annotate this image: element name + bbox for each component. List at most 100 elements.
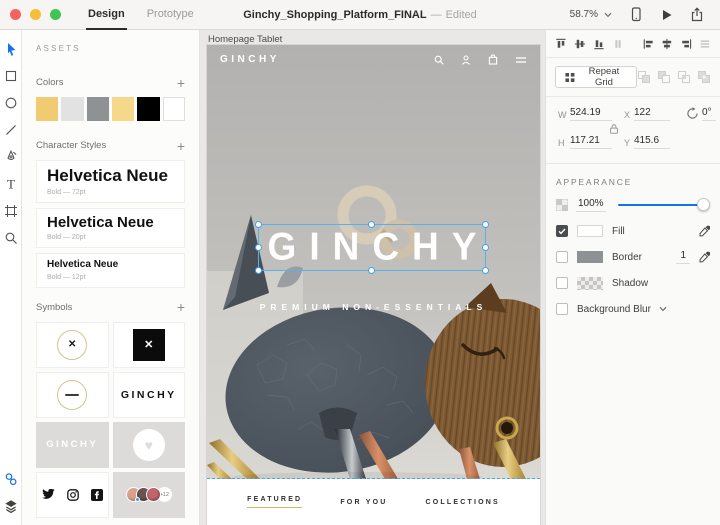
- align-right-icon[interactable]: [680, 37, 692, 51]
- search-icon[interactable]: [434, 55, 444, 65]
- assets-panel-icon[interactable]: [4, 472, 18, 486]
- symbol-social-icons[interactable]: [36, 472, 109, 518]
- instagram-icon: [67, 489, 79, 501]
- distribute-vertical-icon[interactable]: [699, 37, 711, 51]
- minimize-window-button[interactable]: [30, 9, 41, 20]
- site-logo[interactable]: GINCHY: [220, 54, 280, 65]
- selection-handle[interactable]: [255, 244, 262, 251]
- symbol-logo-light[interactable]: GINCHY: [36, 422, 109, 468]
- boolean-exclude-icon[interactable]: [697, 70, 711, 84]
- opacity-slider[interactable]: [618, 198, 708, 212]
- align-middle-icon[interactable]: [574, 37, 586, 51]
- border-color-swatch[interactable]: [577, 251, 603, 263]
- cart-bag-icon[interactable]: [488, 54, 498, 65]
- add-color-button[interactable]: +: [177, 78, 185, 88]
- menu-icon[interactable]: [515, 56, 527, 64]
- zoom-window-button[interactable]: [50, 9, 61, 20]
- character-style-item[interactable]: Helvetica Neue Bold — 12pt: [36, 253, 185, 288]
- align-top-icon[interactable]: [555, 37, 567, 51]
- artboard-tool-icon[interactable]: [4, 204, 18, 218]
- rotation-field[interactable]: 0°: [702, 107, 716, 121]
- zoom-tool-icon[interactable]: [4, 231, 18, 245]
- lock-ratio-icon[interactable]: [608, 123, 620, 135]
- color-swatch[interactable]: [163, 97, 185, 121]
- play-preview-icon[interactable]: [660, 8, 673, 22]
- symbol-close-dark[interactable]: ✕: [113, 322, 186, 368]
- selection-handle[interactable]: [368, 267, 375, 274]
- align-bottom-icon[interactable]: [593, 37, 605, 51]
- align-center-icon[interactable]: [661, 37, 673, 51]
- ellipse-tool-icon[interactable]: [4, 96, 18, 110]
- text-tool-icon[interactable]: T: [4, 177, 18, 191]
- color-swatch[interactable]: [137, 97, 159, 121]
- border-checkbox[interactable]: [556, 251, 568, 263]
- tab-design[interactable]: Design: [88, 0, 125, 30]
- selection-handle[interactable]: [255, 221, 262, 228]
- opacity-field[interactable]: 100%: [576, 198, 606, 212]
- share-icon[interactable]: [690, 7, 704, 22]
- color-swatch[interactable]: [87, 97, 109, 121]
- eyedropper-icon[interactable]: [698, 251, 710, 263]
- symbol-logo-dark[interactable]: GINCHY: [113, 372, 186, 418]
- layers-panel-icon[interactable]: [4, 499, 18, 513]
- pen-tool-icon[interactable]: [4, 150, 18, 164]
- close-icon: ✕: [144, 338, 153, 351]
- boolean-intersect-icon[interactable]: [677, 70, 691, 84]
- slider-knob[interactable]: [697, 198, 710, 211]
- width-field[interactable]: 524.19: [570, 107, 612, 121]
- align-left-icon[interactable]: [643, 37, 655, 51]
- symbol-close-circle[interactable]: ✕: [36, 322, 109, 368]
- selected-text-object[interactable]: GINCHY: [258, 224, 486, 271]
- account-icon[interactable]: [461, 55, 471, 65]
- fill-checkbox[interactable]: [556, 225, 568, 237]
- fill-color-swatch[interactable]: [577, 225, 603, 237]
- shadow-swatch[interactable]: [577, 277, 603, 290]
- character-style-item[interactable]: Helvetica Neue Bold — 20pt: [36, 208, 185, 248]
- tab-prototype[interactable]: Prototype: [147, 0, 194, 30]
- nav-item-featured[interactable]: FEATURED: [247, 496, 302, 508]
- artboard-name[interactable]: Homepage Tablet: [208, 34, 282, 45]
- hero-subtitle-text[interactable]: PREMIUM NON-ESSENTIALS: [207, 302, 540, 312]
- border-width-field[interactable]: 1: [676, 250, 690, 264]
- nav-item-collections[interactable]: COLLECTIONS: [426, 499, 500, 506]
- canvas[interactable]: Homepage Tablet: [200, 30, 545, 525]
- hero-title-text[interactable]: GINCHY: [259, 222, 485, 272]
- x-field[interactable]: 122: [634, 107, 670, 121]
- selection-handle[interactable]: [482, 267, 489, 274]
- shadow-checkbox[interactable]: [556, 277, 568, 289]
- boolean-add-icon[interactable]: [637, 70, 651, 84]
- nav-item-for-you[interactable]: FOR YOU: [340, 499, 387, 506]
- background-blur-checkbox[interactable]: [556, 303, 568, 315]
- hero-image[interactable]: GINCHY GINCHY: [207, 45, 540, 479]
- y-field[interactable]: 415.6: [634, 135, 670, 149]
- symbol-circle-button[interactable]: [36, 372, 109, 418]
- line-tool-icon[interactable]: [4, 123, 18, 137]
- eyedropper-icon[interactable]: [698, 225, 710, 237]
- repeat-grid-button[interactable]: Repeat Grid: [555, 66, 637, 88]
- color-swatch[interactable]: [112, 97, 134, 121]
- close-window-button[interactable]: [10, 9, 21, 20]
- select-tool-icon[interactable]: [4, 42, 18, 56]
- artboard-homepage-tablet[interactable]: GINCHY GINCHY: [207, 45, 540, 525]
- x-label: X: [624, 110, 630, 120]
- chevron-down-icon[interactable]: [659, 306, 667, 312]
- rectangle-tool-icon[interactable]: [4, 69, 18, 83]
- symbols-section-label: Symbols: [36, 302, 72, 313]
- character-style-item[interactable]: Helvetica Neue Bold — 72pt: [36, 160, 185, 203]
- color-swatch[interactable]: [61, 97, 83, 121]
- selection-handle[interactable]: [255, 267, 262, 274]
- selection-handle[interactable]: [368, 221, 375, 228]
- distribute-horizontal-icon[interactable]: [612, 37, 624, 51]
- zoom-level-dropdown[interactable]: 58.7%: [570, 9, 612, 20]
- symbol-avatars[interactable]: +12: [113, 472, 186, 518]
- color-swatch[interactable]: [36, 97, 58, 121]
- add-character-style-button[interactable]: +: [177, 141, 185, 151]
- fill-label: Fill: [612, 226, 625, 237]
- add-symbol-button[interactable]: +: [177, 302, 185, 312]
- symbol-heart-button[interactable]: ♥: [113, 422, 186, 468]
- selection-handle[interactable]: [482, 244, 489, 251]
- device-preview-icon[interactable]: [629, 7, 643, 22]
- selection-handle[interactable]: [482, 221, 489, 228]
- height-field[interactable]: 117.21: [570, 135, 612, 149]
- boolean-subtract-icon[interactable]: [657, 70, 671, 84]
